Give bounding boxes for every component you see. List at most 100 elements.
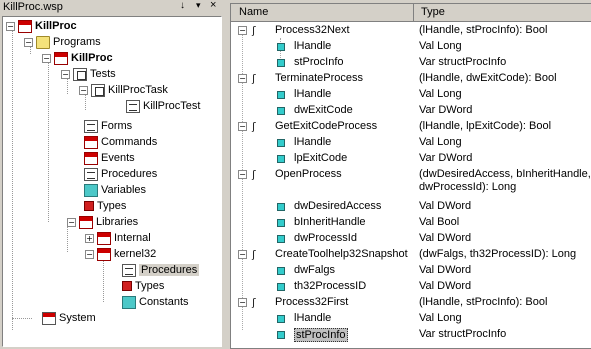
row-name: dwProcessId <box>294 232 357 244</box>
tree-item-label: kernel32 <box>114 248 157 260</box>
row-name: CreateToolhelp32Snapshot <box>275 248 408 260</box>
row-type: Var DWord <box>419 152 473 164</box>
tree-item-label: KillProc <box>35 20 77 32</box>
row-name: dwExitCode <box>294 104 353 116</box>
row-name: lHandle <box>294 312 332 324</box>
tree-item-kernel32-procedures[interactable]: Procedures <box>122 262 200 278</box>
tree-item-internal[interactable]: + Internal <box>85 230 151 246</box>
workspace-titlebar: KillProc.wsp ↓ ▾ × <box>0 0 225 15</box>
collapse-icon[interactable]: − <box>6 21 15 31</box>
dropdown-icon[interactable]: ▾ <box>196 0 201 11</box>
column-header-type[interactable]: Type <box>421 6 445 18</box>
parameter-row[interactable]: dwProcessId Val DWord <box>231 231 591 247</box>
row-name: GetExitCodeProcess <box>275 120 378 132</box>
procedure-row[interactable]: − ʃ CreateToolhelp32Snapshot (dwFalgs, th32… <box>231 247 591 263</box>
tree-item-types[interactable]: Types <box>84 198 126 214</box>
procedure-row[interactable]: − ʃ Process32First (lHandle, stProcInfo): B… <box>231 295 591 311</box>
parameter-row[interactable]: dwDesiredAccess Val DWord <box>231 199 591 215</box>
close-icon[interactable]: × <box>210 0 216 11</box>
parameter-row[interactable]: lHandle Val Long <box>231 39 591 55</box>
row-type: (dwDesiredAccess, bInheritHandle, dwProc… <box>419 168 591 193</box>
procedures-icon <box>84 167 98 181</box>
collapse-icon[interactable]: − <box>238 74 247 83</box>
tree-item-libraries[interactable]: − Libraries <box>67 214 138 230</box>
collapse-icon[interactable]: − <box>85 249 94 259</box>
collapse-icon[interactable]: − <box>238 250 247 259</box>
tree-item-forms[interactable]: Forms <box>84 118 132 134</box>
row-type: Val DWord <box>419 200 472 212</box>
collapse-icon[interactable]: − <box>238 170 247 179</box>
procedure-row[interactable]: − ʃ TerminateProcess (lHandle, dwExitCode):… <box>231 71 591 87</box>
row-name: stProcInfo <box>294 56 344 68</box>
collapse-icon[interactable]: − <box>42 53 51 63</box>
task-icon <box>91 83 105 97</box>
types-icon <box>122 281 132 291</box>
parameter-row[interactable]: th32ProcessID Val DWord <box>231 279 591 295</box>
parameter-row[interactable]: lHandle Val Long <box>231 87 591 103</box>
column-header-name[interactable]: Name <box>231 4 414 21</box>
row-type: Var structProcInfo <box>419 56 507 68</box>
parameter-row[interactable]: stProcInfo Var structProcInfo <box>231 327 591 343</box>
parameter-row[interactable]: bInheritHandle Val Bool <box>231 215 591 231</box>
parameter-row[interactable]: stProcInfo Var structProcInfo <box>231 55 591 71</box>
pin-icon[interactable]: ↓ <box>180 0 185 11</box>
parameter-row[interactable]: dwExitCode Var DWord <box>231 103 591 119</box>
tree-item-tests[interactable]: − Tests <box>61 66 116 82</box>
parameter-row[interactable]: lpExitCode Var DWord <box>231 151 591 167</box>
procedure-row[interactable]: − ʃ GetExitCodeProcess (lHandle, lpExitCode… <box>231 119 591 135</box>
function-icon: ʃ <box>252 168 256 181</box>
expand-icon[interactable]: + <box>85 233 94 243</box>
project-tree[interactable]: − KillProc − Programs − KillProc − Tests… <box>2 16 222 347</box>
tree-item-label: Variables <box>101 184 147 196</box>
row-name: lHandle <box>294 40 332 52</box>
procedure-row[interactable]: − ʃ OpenProcess (dwDesiredAccess, bInheritH… <box>231 167 591 193</box>
tree-item-kernel32-constants[interactable]: Constants <box>122 294 189 310</box>
collapse-icon[interactable]: − <box>238 26 247 35</box>
tree-item-killproctest[interactable]: KillProcTest <box>126 98 200 114</box>
function-icon: ʃ <box>252 72 256 85</box>
row-type: (dwFalgs, th32ProcessID): Long <box>419 248 577 260</box>
tree-item-label: Internal <box>114 232 151 244</box>
row-type: (lHandle, lpExitCode): Bool <box>419 120 552 132</box>
row-name: bInheritHandle <box>294 216 366 228</box>
tree-item-variables[interactable]: Variables <box>84 182 146 198</box>
parameter-row[interactable]: dwFalgs Val DWord <box>231 263 591 279</box>
row-type: Var DWord <box>419 104 473 116</box>
tree-item-label: KillProc <box>71 52 113 64</box>
system-icon <box>42 311 56 325</box>
tree-item-programs[interactable]: − Programs <box>24 34 101 50</box>
row-type: Val DWord <box>419 232 472 244</box>
collapse-icon[interactable]: − <box>238 298 247 307</box>
row-name: Process32Next <box>275 24 350 36</box>
row-name: lHandle <box>294 136 332 148</box>
tree-item-kernel32-types[interactable]: Types <box>122 278 164 294</box>
parameter-icon <box>277 155 285 163</box>
tree-item-killproc-program[interactable]: − KillProc <box>42 50 113 66</box>
collapse-icon[interactable]: − <box>79 85 88 95</box>
row-type: Val DWord <box>419 280 472 292</box>
parameter-icon <box>277 203 285 211</box>
procedure-grid[interactable]: Name Type − ʃ Process32Next (lHandle, stPro… <box>230 3 591 349</box>
function-icon: ʃ <box>252 120 256 133</box>
collapse-icon[interactable]: − <box>61 69 70 79</box>
row-name: stProcInfo <box>294 328 348 342</box>
row-type: Val Bool <box>419 216 460 228</box>
tree-item-killproctask[interactable]: − KillProcTask <box>79 82 168 98</box>
commands-icon <box>84 135 98 149</box>
collapse-icon[interactable]: − <box>67 217 76 227</box>
parameter-icon <box>277 43 285 51</box>
parameter-row[interactable]: lHandle Val Long <box>231 311 591 327</box>
tree-item-label: Procedures <box>139 264 200 276</box>
tree-item-kernel32[interactable]: − kernel32 <box>85 246 156 262</box>
tree-item-commands[interactable]: Commands <box>84 134 157 150</box>
row-type: (lHandle, stProcInfo): Bool <box>419 296 548 308</box>
collapse-icon[interactable]: − <box>24 37 33 47</box>
tree-item-events[interactable]: Events <box>84 150 135 166</box>
tree-item-system[interactable]: System <box>42 310 96 326</box>
tree-item-killproc-project[interactable]: − KillProc <box>6 18 77 34</box>
project-icon <box>18 19 32 33</box>
tree-item-procedures[interactable]: Procedures <box>84 166 157 182</box>
collapse-icon[interactable]: − <box>238 122 247 131</box>
procedure-row[interactable]: − ʃ Process32Next (lHandle, stProcInfo): Bo… <box>231 23 591 39</box>
parameter-row[interactable]: lHandle Val Long <box>231 135 591 151</box>
